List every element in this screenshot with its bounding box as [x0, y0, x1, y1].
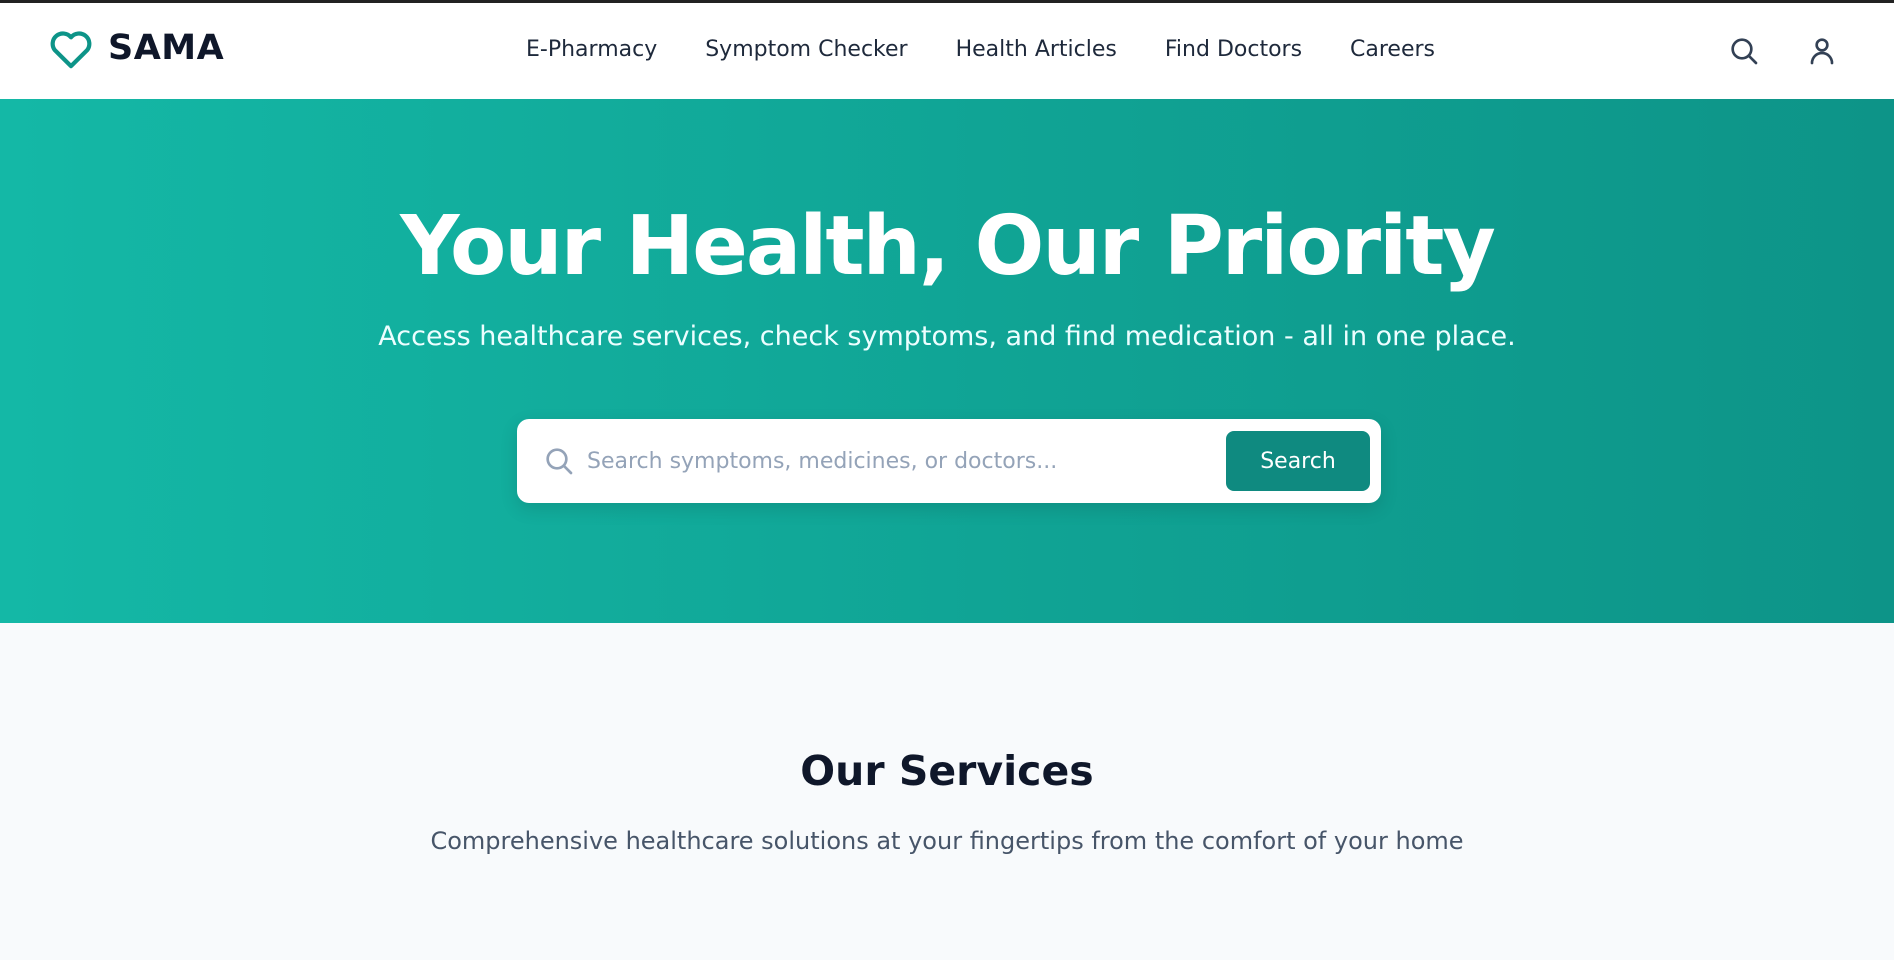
- services-title: Our Services: [800, 747, 1094, 795]
- search-icon[interactable]: [1728, 35, 1760, 67]
- hero-search-box: Search: [517, 419, 1381, 503]
- search-icon: [543, 445, 575, 477]
- search-input[interactable]: [587, 433, 1227, 489]
- user-icon[interactable]: [1806, 35, 1838, 67]
- page: SAMA E-Pharmacy Symptom Checker Health A…: [0, 0, 1894, 960]
- nav-find-doctors[interactable]: Find Doctors: [1165, 37, 1302, 62]
- hero-title: Your Health, Our Priority: [400, 199, 1496, 294]
- main-nav: E-Pharmacy Symptom Checker Health Articl…: [526, 37, 1435, 62]
- heart-icon: [48, 27, 94, 69]
- nav-symptom-checker[interactable]: Symptom Checker: [705, 37, 907, 62]
- hero-subtitle: Access healthcare services, check sympto…: [378, 321, 1516, 352]
- site-header: SAMA E-Pharmacy Symptom Checker Health A…: [0, 3, 1894, 99]
- nav-careers[interactable]: Careers: [1350, 37, 1435, 62]
- services-subtitle: Comprehensive healthcare solutions at yo…: [430, 827, 1464, 855]
- nav-e-pharmacy[interactable]: E-Pharmacy: [526, 37, 657, 62]
- logo-text: SAMA: [108, 28, 225, 68]
- nav-health-articles[interactable]: Health Articles: [956, 37, 1117, 62]
- search-button[interactable]: Search: [1226, 431, 1370, 491]
- services-section: Our Services Comprehensive healthcare so…: [0, 623, 1894, 960]
- hero-section: Your Health, Our Priority Access healthc…: [0, 99, 1894, 623]
- logo-link[interactable]: SAMA: [48, 27, 224, 69]
